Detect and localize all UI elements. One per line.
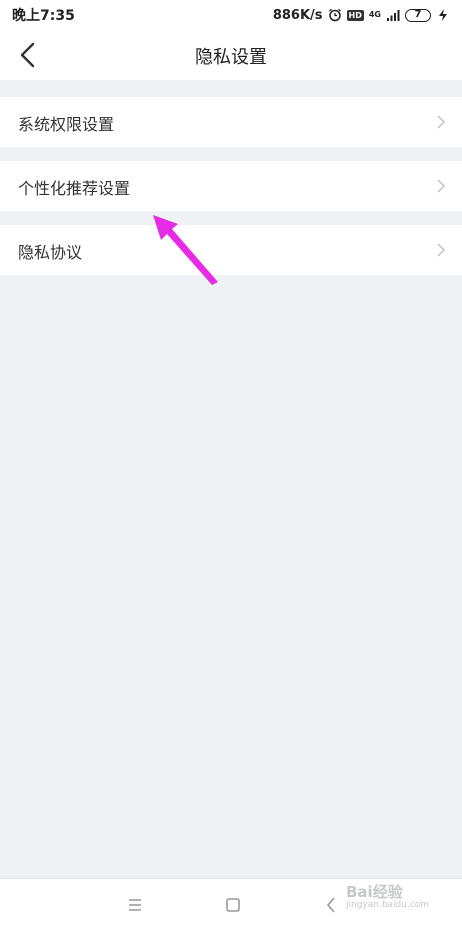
settings-item-label: 隐私协议 — [18, 243, 83, 262]
chevron-right-icon — [437, 243, 446, 257]
network-speed: 886K/s — [272, 7, 323, 23]
signal-icon — [387, 10, 400, 21]
settings-item-privacy-agreement[interactable]: 隐私协议 — [0, 225, 462, 275]
home-square-icon[interactable] — [225, 897, 241, 913]
battery-level: 7 — [414, 9, 422, 20]
settings-item-personalized-recommendations[interactable]: 个性化推荐设置 — [0, 161, 462, 211]
chevron-right-icon — [437, 115, 446, 129]
title-bar: 隐私设置 — [0, 30, 462, 80]
chevron-right-icon — [437, 179, 446, 193]
menu-icon[interactable] — [127, 897, 143, 913]
nav-back-icon[interactable] — [325, 896, 337, 914]
watermark-url: jingyan.baidu.com — [346, 900, 430, 910]
settings-item-label: 个性化推荐设置 — [18, 179, 131, 198]
watermark: Bai经验 jingyan.baidu.com — [346, 884, 446, 911]
page-title: 隐私设置 — [195, 47, 267, 68]
settings-item-label: 系统权限设置 — [18, 115, 115, 134]
status-indicators: 886K/s HD 4G 7 — [273, 8, 450, 23]
network-type: 4G — [368, 10, 381, 19]
charging-icon — [439, 9, 447, 21]
battery-icon: 7 — [405, 8, 431, 22]
status-time: 晚上7:35 — [12, 8, 75, 24]
status-bar: 晚上7:35 886K/s HD 4G 7 — [0, 0, 462, 30]
watermark-brand: Bai经验 — [346, 883, 403, 901]
settings-item-system-permissions[interactable]: 系统权限设置 — [0, 97, 462, 147]
alarm-icon — [328, 8, 341, 22]
annotation-arrow-icon — [153, 215, 218, 285]
hd-icon: HD — [346, 9, 364, 21]
